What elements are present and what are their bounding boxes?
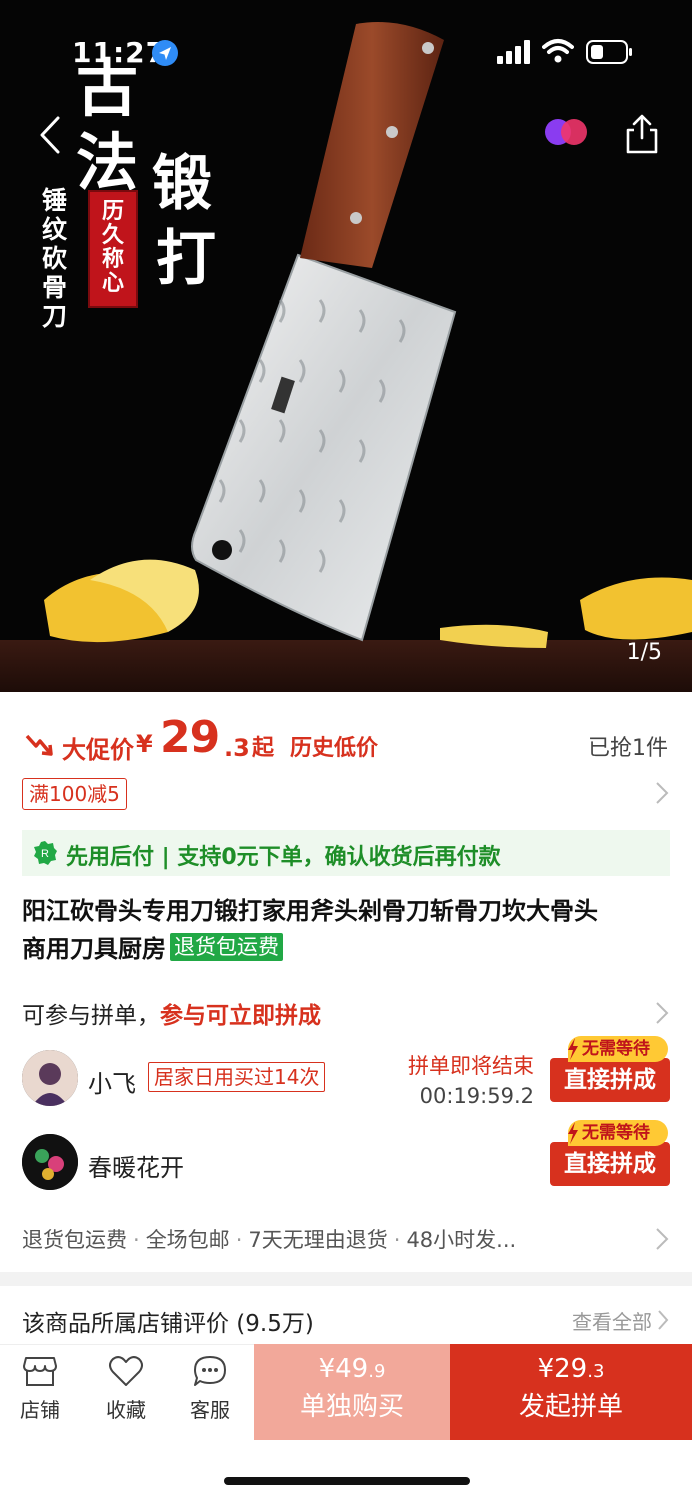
- promo-price-label: 大促价: [62, 736, 134, 764]
- svg-text:R: R: [41, 848, 49, 860]
- join-group-label: 直接拼成: [550, 1058, 670, 1102]
- share-icon[interactable]: [622, 112, 662, 156]
- avatar: [22, 1050, 78, 1106]
- free-return-tag: 退货包运费: [170, 933, 283, 961]
- product-image-carousel[interactable]: 古 法 锻 打 锤纹砍骨刀 历 久 称 心 11:27 1/5: [0, 0, 692, 692]
- no-wait-badge: 无需等待: [568, 1036, 668, 1062]
- group-status: 拼单即将结束: [408, 1054, 534, 1078]
- lightning-icon: [568, 1038, 578, 1060]
- section-divider: [0, 1272, 692, 1286]
- hero-seal: 历 久 称 心: [88, 190, 138, 308]
- start-group-buy-button[interactable]: ¥29.3 发起拼单: [450, 1344, 692, 1440]
- solo-label: 单独购买: [299, 1392, 404, 1422]
- hero-title-char-4: 打: [156, 224, 216, 294]
- price-suffix: 起: [252, 736, 275, 761]
- shop-button[interactable]: 店铺: [10, 1354, 70, 1423]
- hero-side-text: 锤纹砍骨刀: [42, 186, 68, 331]
- solo-price-int: ¥49: [318, 1354, 369, 1384]
- group-price-dec: .3: [587, 1361, 605, 1382]
- avatar: [22, 1134, 78, 1190]
- solo-price-dec: .9: [368, 1361, 386, 1382]
- price-integer: 29: [160, 712, 220, 763]
- join-group-button[interactable]: 直接拼成 无需等待: [550, 1036, 670, 1102]
- chevron-right-icon[interactable]: [654, 1000, 670, 1026]
- service-item: 全场包邮: [145, 1228, 230, 1252]
- chevron-right-icon[interactable]: [656, 1308, 670, 1332]
- wifi-icon: [542, 39, 574, 63]
- pay-later-banner[interactable]: R 先用后付 | 支持0元下单，确认收货后再付款: [22, 830, 670, 876]
- price-decimal: .3: [224, 734, 250, 762]
- no-wait-badge-text: 无需等待: [582, 1123, 650, 1143]
- home-indicator[interactable]: [224, 1477, 470, 1485]
- group-user-name: 春暖花开: [88, 1154, 184, 1182]
- service-item: 48小时发...: [406, 1228, 517, 1252]
- store-reviews-title: 该商品所属店铺评价 (9.5万): [22, 1311, 314, 1337]
- product-title: 阳江砍骨头专用刀锻打家用斧头剁骨刀斩骨刀坎大骨头 商用刀具厨房 退货包运费: [22, 892, 672, 968]
- cellular-signal-icon: [497, 40, 530, 64]
- join-group-button[interactable]: 直接拼成 无需等待: [550, 1120, 670, 1186]
- image-index-indicator: 1/5: [626, 640, 662, 665]
- status-bar: 11:27: [0, 0, 692, 100]
- chevron-right-icon[interactable]: [654, 1226, 670, 1252]
- group-buy-intro[interactable]: 可参与拼单，参与可立即拼成: [22, 996, 321, 1030]
- back-icon[interactable]: [30, 110, 70, 160]
- customer-service-label: 客服: [190, 1398, 230, 1422]
- group-user-name: 小飞: [88, 1070, 136, 1098]
- location-arrow-icon: [152, 40, 178, 66]
- group-user-tag: 居家日用买过14次: [148, 1062, 326, 1092]
- history-low-tag: 历史低价: [290, 736, 379, 761]
- seal-char-3: 称: [101, 247, 124, 272]
- group-label: 发起拼单: [518, 1392, 623, 1422]
- solo-price: ¥49.9: [254, 1354, 450, 1384]
- coupon-tag[interactable]: 满100减5: [22, 778, 127, 810]
- store-icon: [23, 1357, 57, 1386]
- product-title-line-2: 商用刀具厨房 退货包运费: [22, 930, 672, 968]
- chat-bubble-icon: [194, 1356, 226, 1386]
- heart-icon: [109, 1356, 143, 1386]
- pay-later-icon: R: [34, 841, 57, 865]
- no-wait-badge-text: 无需等待: [582, 1039, 650, 1059]
- join-group-label: 直接拼成: [550, 1142, 670, 1186]
- no-wait-badge: 无需等待: [568, 1120, 668, 1146]
- group-price: ¥29.3: [450, 1354, 692, 1384]
- seal-char-4: 心: [101, 271, 124, 296]
- favorite-label: 收藏: [106, 1398, 146, 1422]
- pay-later-text: 先用后付 | 支持0元下单，确认收货后再付款: [66, 845, 501, 870]
- group-buy-intro-highlight: 参与可立即拼成: [160, 1003, 321, 1029]
- customer-service-button[interactable]: 客服: [180, 1354, 240, 1423]
- seal-char-1: 历: [101, 199, 124, 224]
- lightning-icon: [568, 1122, 578, 1144]
- group-countdown: 00:19:59.2: [419, 1084, 534, 1108]
- seal-char-2: 久: [101, 223, 124, 248]
- favorite-button[interactable]: 收藏: [96, 1354, 156, 1423]
- product-title-line-1: 阳江砍骨头专用刀锻打家用斧头剁骨刀斩骨刀坎大骨头: [22, 897, 598, 925]
- group-price-int: ¥29: [537, 1354, 588, 1384]
- price-currency: ¥: [136, 730, 153, 758]
- separator-dot: ·: [393, 1228, 401, 1252]
- price-down-icon: [25, 734, 53, 756]
- shop-label: 店铺: [20, 1398, 60, 1422]
- view-all-reviews-link[interactable]: 查看全部: [572, 1306, 652, 1335]
- service-guarantees[interactable]: 退货包运费 · 全场包邮 · 7天无理由退货 · 48小时发...: [22, 1224, 516, 1254]
- hero-title-char-3: 锻: [152, 149, 212, 219]
- battery-icon: [586, 40, 632, 64]
- sold-count: 已抢1件: [588, 736, 668, 761]
- separator-dot: ·: [235, 1228, 243, 1252]
- brand-badge-icon[interactable]: [543, 115, 589, 149]
- product-title-line-2-text: 商用刀具厨房: [22, 935, 166, 963]
- service-item: 7天无理由退货: [248, 1228, 388, 1252]
- hero-title-char-2: 法: [76, 126, 139, 199]
- group-buy-intro-text: 可参与拼单，: [22, 1003, 160, 1029]
- separator-dot: ·: [133, 1228, 140, 1252]
- chevron-right-icon[interactable]: [654, 780, 670, 806]
- buy-alone-button[interactable]: ¥49.9 单独购买: [254, 1344, 450, 1440]
- service-item: 退货包运费: [22, 1228, 127, 1252]
